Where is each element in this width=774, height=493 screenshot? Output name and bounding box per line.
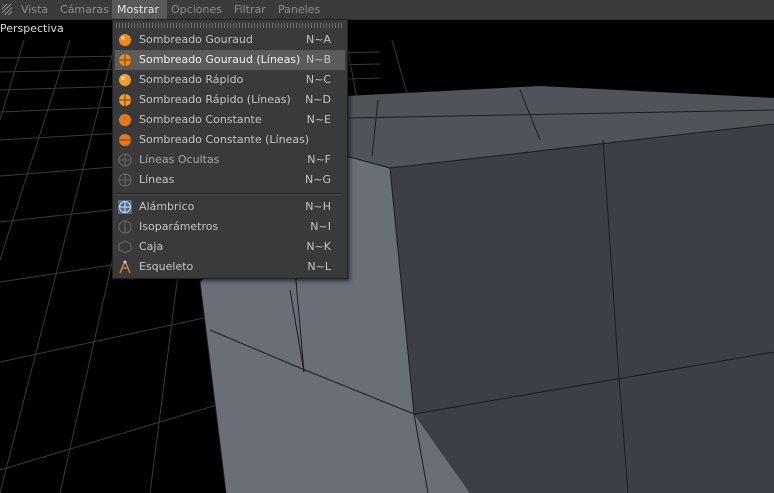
menu-filtrar[interactable]: Filtrar <box>230 0 276 19</box>
menu-item-shortcut: N~E <box>306 113 331 126</box>
menu-item-label: Esqueleto <box>139 260 194 273</box>
cube-front-face <box>390 124 774 493</box>
menu-item-shortcut: N~G <box>305 173 331 186</box>
skeleton-icon <box>119 260 131 274</box>
menu-item-label: Alámbrico <box>139 200 195 213</box>
menu-item-isoparms[interactable]: Isoparámetros N~I <box>115 217 345 237</box>
menu-vista[interactable]: Vista <box>16 0 55 19</box>
gouraud-shading-icon <box>119 34 131 46</box>
menu-item-label: Líneas Ocultas <box>139 153 220 166</box>
menu-item-wireframe[interactable]: Alámbrico N~H <box>115 197 345 217</box>
menubar-grip-handle[interactable] <box>2 4 12 15</box>
wireframe-icon <box>118 200 132 214</box>
menu-item-shortcut: N~K <box>306 240 331 253</box>
menu-paneles[interactable]: Paneles <box>274 0 330 19</box>
menu-item-label: Sombreado Constante (Líneas) <box>139 133 310 146</box>
isoparms-icon <box>118 220 132 234</box>
menu-item-shortcut: N~A <box>306 33 331 46</box>
dropdown-tearoff-grip[interactable] <box>116 23 344 28</box>
menu-item-label: Caja <box>139 240 164 253</box>
menu-item-gouraud[interactable]: Sombreado Gouraud N~A <box>115 30 345 50</box>
menu-camaras[interactable]: Cámaras <box>56 0 110 19</box>
viewport-label: Perspectiva <box>0 22 64 35</box>
menu-item-shortcut: N~I <box>310 220 331 233</box>
menu-item-label: Sombreado Constante <box>139 113 262 126</box>
menu-item-lines[interactable]: Líneas N~G <box>115 170 345 190</box>
menu-item-label: Isoparámetros <box>139 220 219 233</box>
menu-item-skeleton[interactable]: Esqueleto N~L <box>115 257 345 277</box>
menu-item-quick-lines[interactable]: Sombreado Rápido (Líneas) N~D <box>115 90 345 110</box>
menu-separator <box>117 193 343 195</box>
menu-item-constant[interactable]: Sombreado Constante N~E <box>115 110 345 130</box>
menu-opciones[interactable]: Opciones <box>168 0 227 19</box>
menu-item-gouraud-lines[interactable]: Sombreado Gouraud (Líneas) N~B <box>115 50 345 70</box>
menu-item-box[interactable]: Caja N~K <box>115 237 345 257</box>
menu-mostrar[interactable]: Mostrar <box>112 0 167 19</box>
mostrar-dropdown-menu: Sombreado Gouraud N~A Sombreado Gouraud … <box>112 19 348 279</box>
menu-item-shortcut: N~F <box>307 153 331 166</box>
menu-item-label: Líneas <box>139 173 175 186</box>
menu-item-label: Sombreado Rápido <box>139 73 244 86</box>
menu-item-shortcut: N~B <box>306 53 331 66</box>
menu-item-shortcut: N~C <box>305 73 331 86</box>
constant-shading-icon <box>119 114 131 126</box>
quick-shading-icon <box>119 74 131 86</box>
hidden-lines-icon <box>118 153 132 167</box>
quick-lines-icon <box>119 94 131 106</box>
menu-item-shortcut: N~D <box>305 93 331 106</box>
menu-item-label: Sombreado Gouraud (Líneas) <box>139 53 301 66</box>
menu-bar: Vista Cámaras Mostrar Opciones Filtrar P… <box>0 0 774 20</box>
menu-item-hidden-lines[interactable]: Líneas Ocultas N~F <box>115 150 345 170</box>
menu-item-constant-lines[interactable]: Sombreado Constante (Líneas) <box>115 130 345 150</box>
constant-lines-icon <box>119 134 131 146</box>
menu-item-shortcut: N~L <box>307 260 331 273</box>
menu-item-label: Sombreado Rápido (Líneas) <box>139 93 291 106</box>
menu-item-quick[interactable]: Sombreado Rápido N~C <box>115 70 345 90</box>
menu-item-shortcut: N~H <box>305 200 331 213</box>
lines-icon <box>118 173 132 187</box>
menu-item-label: Sombreado Gouraud <box>139 33 253 46</box>
box-icon <box>118 240 132 254</box>
gouraud-lines-icon <box>119 54 131 66</box>
